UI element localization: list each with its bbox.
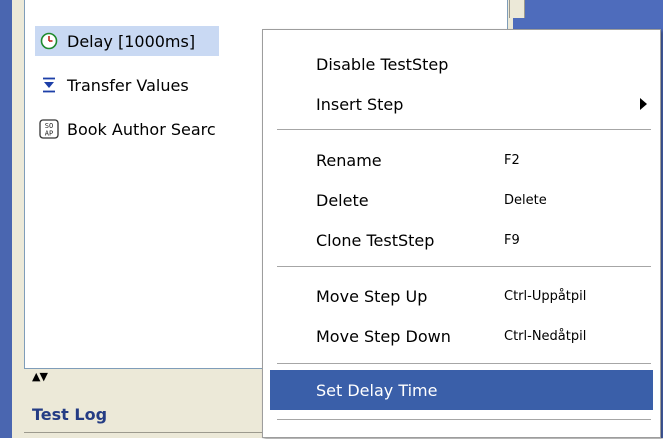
menu-item-set-delay-time[interactable]: Set Delay Time: [270, 370, 653, 410]
menu-item-disable-teststep[interactable]: Disable TestStep: [270, 44, 653, 84]
menu-separator: [277, 129, 651, 130]
menu-item-insert-step[interactable]: Insert Step: [270, 84, 653, 124]
clock-icon: [39, 31, 59, 51]
menu-separator: [277, 363, 651, 364]
test-step-transfer-values[interactable]: Transfer Values: [39, 70, 189, 100]
test-log-title[interactable]: Test Log: [32, 405, 107, 424]
test-step-delay[interactable]: Delay [1000ms]: [35, 26, 220, 56]
test-step-book-author-search[interactable]: SO AP Book Author Searc: [39, 114, 216, 144]
shortcut-label: Ctrl-Uppåtpil: [504, 288, 587, 304]
menu-item-clone-teststep[interactable]: Clone TestStep F9: [270, 220, 653, 260]
soap-icon: SO AP: [39, 119, 59, 139]
shortcut-label: F2: [504, 152, 520, 168]
list-scrollbar[interactable]: [509, 0, 525, 18]
menu-separator: [277, 419, 651, 420]
menu-item-delete[interactable]: Delete Delete: [270, 180, 653, 220]
menu-separator: [277, 266, 651, 267]
shortcut-label: Ctrl-Nedåtpil: [504, 328, 587, 344]
context-menu: Disable TestStep Insert Step Rename F2 D…: [262, 29, 661, 438]
shortcut-label: F9: [504, 232, 520, 248]
left-workspace-edge: [0, 0, 12, 438]
test-step-label: Delay [1000ms]: [67, 31, 196, 51]
submenu-arrow-icon: [640, 98, 647, 110]
svg-text:AP: AP: [45, 130, 53, 138]
shortcut-label: Delete: [504, 192, 547, 208]
menu-item-move-step-up[interactable]: Move Step Up Ctrl-Uppåtpil: [270, 276, 653, 316]
menu-item-move-step-down[interactable]: Move Step Down Ctrl-Nedåtpil: [270, 316, 653, 356]
test-step-label: Book Author Searc: [67, 119, 216, 139]
transfer-icon: [39, 75, 59, 95]
test-step-label: Transfer Values: [67, 75, 189, 95]
menu-item-rename[interactable]: Rename F2: [270, 140, 653, 180]
collapse-expand-icon[interactable]: ▲▼: [32, 370, 48, 384]
